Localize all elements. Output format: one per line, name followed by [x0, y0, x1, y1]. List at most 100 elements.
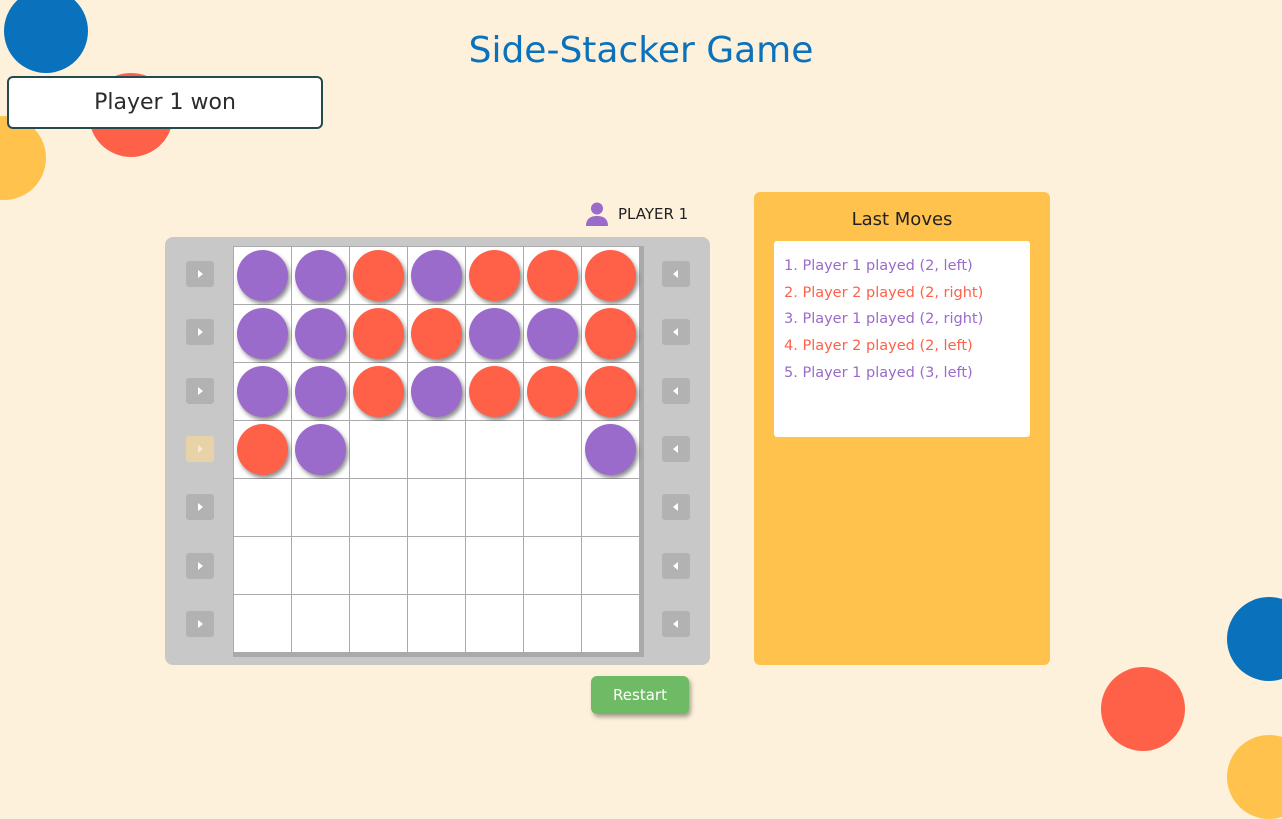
user-icon [586, 202, 608, 226]
player1-piece [237, 366, 288, 417]
push-left-row-2-button[interactable] [186, 319, 214, 346]
board-cell [234, 479, 291, 536]
board-cell [408, 305, 465, 362]
push-right-row-3-button[interactable] [662, 377, 690, 404]
decor-circle-yellow-bottom [1227, 735, 1282, 819]
board-cell [466, 421, 523, 478]
move-item: 5. Player 1 played (3, left) [784, 364, 973, 381]
board-cell [524, 247, 581, 304]
push-right-row-4-button[interactable] [662, 435, 690, 462]
push-left-row-3-button[interactable] [186, 377, 214, 404]
push-left-row-1-button[interactable] [186, 261, 214, 287]
player1-piece [295, 250, 346, 301]
last-moves-title: Last Moves [851, 209, 953, 230]
board-cell [350, 537, 407, 594]
board-cell [524, 479, 581, 536]
board-cell [408, 421, 465, 478]
board-cell [292, 421, 349, 478]
player2-piece [411, 308, 462, 359]
board-cell [234, 537, 291, 594]
push-right-row-7-button[interactable] [662, 610, 690, 637]
board-cell [524, 305, 581, 362]
board-cell [292, 305, 349, 362]
board-cell [408, 595, 465, 652]
arrow-left-icon [673, 561, 678, 570]
board-cell [524, 363, 581, 420]
board-cell [582, 479, 639, 536]
player2-piece [527, 366, 578, 417]
last-moves-panel: Last Moves 1. Player 1 played (2, left) 2… [754, 192, 1050, 665]
board-cell [350, 595, 407, 652]
player1-piece [237, 250, 288, 301]
board-cell [292, 595, 349, 652]
board-cell [350, 421, 407, 478]
player2-piece [353, 308, 404, 359]
board-cell [466, 479, 523, 536]
player1-piece [295, 366, 346, 417]
board-cell [582, 305, 639, 362]
push-left-row-7-button[interactable] [186, 610, 214, 637]
board-cell [582, 363, 639, 420]
player2-piece [353, 366, 404, 417]
board-cell [408, 537, 465, 594]
board-cell [408, 479, 465, 536]
arrow-right-icon [198, 619, 203, 628]
arrow-right-icon [198, 270, 203, 278]
board-cell [582, 595, 639, 652]
push-right-row-1-button[interactable] [662, 261, 690, 287]
board-cell [582, 247, 639, 304]
current-player-indicator: PLAYER 1 [586, 202, 688, 226]
player1-piece [527, 308, 578, 359]
player1-piece [237, 308, 288, 359]
board-cell [292, 247, 349, 304]
arrow-left-icon [673, 328, 678, 337]
arrow-left-icon [673, 444, 678, 453]
board-cell [234, 421, 291, 478]
arrow-left-icon [673, 386, 678, 395]
board-cell [524, 537, 581, 594]
push-left-row-6-button[interactable] [186, 552, 214, 579]
board-cell [582, 537, 639, 594]
player2-piece [469, 250, 520, 301]
board-cell [350, 363, 407, 420]
arrow-right-icon [198, 561, 203, 570]
board-cell [292, 537, 349, 594]
player2-piece [527, 250, 578, 301]
arrow-right-icon [198, 328, 203, 337]
board-cell [350, 247, 407, 304]
board-cell [350, 305, 407, 362]
board-cell [466, 595, 523, 652]
board-cell [408, 363, 465, 420]
arrow-right-icon [198, 503, 203, 512]
decor-circle-red-bottom [1101, 667, 1185, 751]
game-status-text: Player 1 won [94, 90, 236, 115]
push-left-row-5-button[interactable] [186, 494, 214, 521]
board-cell [292, 479, 349, 536]
board-cell [234, 595, 291, 652]
restart-button[interactable]: Restart [591, 676, 689, 714]
board-cell [466, 537, 523, 594]
player1-piece [295, 308, 346, 359]
player2-piece [585, 250, 636, 301]
push-left-row-4-button[interactable] [186, 435, 214, 462]
board-cell [234, 247, 291, 304]
player2-piece [353, 250, 404, 301]
current-player-label: PLAYER 1 [618, 205, 689, 223]
arrow-left-icon [673, 503, 678, 512]
arrow-left-icon [673, 270, 678, 278]
player1-piece [295, 424, 346, 475]
player2-piece [585, 308, 636, 359]
board-cell [524, 421, 581, 478]
board-cell [466, 363, 523, 420]
board-cell [350, 479, 407, 536]
push-right-row-5-button[interactable] [662, 494, 690, 521]
board-cell [466, 247, 523, 304]
board-cell [234, 363, 291, 420]
push-right-row-2-button[interactable] [662, 319, 690, 346]
board-cell [408, 247, 465, 304]
arrow-right-icon [198, 386, 203, 395]
board-cell [292, 363, 349, 420]
board-cell [582, 421, 639, 478]
push-right-row-6-button[interactable] [662, 552, 690, 579]
player1-piece [585, 424, 636, 475]
